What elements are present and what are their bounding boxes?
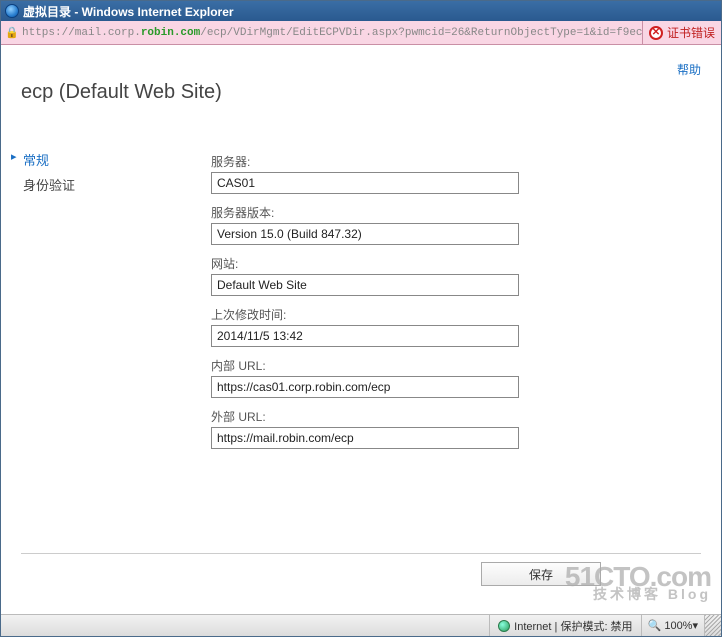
url-prefix: https://mail.corp. (22, 27, 141, 39)
lock-icon: 🔒 (5, 26, 19, 40)
server-version-input[interactable] (211, 223, 519, 245)
certificate-error[interactable]: ✕ 证书错误 (642, 21, 721, 44)
field-label: 上次修改时间: (211, 306, 521, 323)
status-bar: Internet | 保护模式: 禁用 🔍 100% ▾ (1, 614, 721, 636)
resize-grip[interactable] (704, 615, 721, 636)
cert-error-icon: ✕ (649, 26, 663, 40)
chevron-down-icon: ▾ (692, 619, 698, 632)
field-label: 服务器版本: (211, 204, 521, 221)
address-bar[interactable]: 🔒 https://mail.corp.robin.com/ecp/VDirMg… (1, 21, 721, 45)
watermark-line2: 技术博客 Blog (565, 589, 711, 600)
page-title: ecp (Default Web Site) (21, 81, 222, 104)
zoom-label: 100% (664, 620, 692, 632)
field-label: 服务器: (211, 153, 521, 170)
status-zoom[interactable]: 🔍 100% ▾ (641, 615, 704, 636)
internal-url-input[interactable] (211, 376, 519, 398)
website-input[interactable] (211, 274, 519, 296)
ie-window: 虚拟目录 - Windows Internet Explorer 🔒 https… (0, 0, 722, 637)
globe-icon (498, 620, 510, 632)
url-text: https://mail.corp.robin.com/ecp/VDirMgmt… (22, 27, 642, 39)
external-url-input[interactable] (211, 427, 519, 449)
field-external-url: 外部 URL: (211, 408, 521, 449)
side-nav: 常规 身份验证 (9, 147, 189, 197)
status-zone-label: Internet | 保护模式: 禁用 (514, 618, 632, 634)
field-website: 网站: (211, 255, 521, 296)
field-internal-url: 内部 URL: (211, 357, 521, 398)
ie-icon (5, 4, 19, 18)
field-label: 内部 URL: (211, 357, 521, 374)
titlebar[interactable]: 虚拟目录 - Windows Internet Explorer (1, 1, 721, 21)
field-server: 服务器: (211, 153, 521, 194)
url-path: /ecp/VDirMgmt/EditECPVDir.aspx?pwmcid=26… (200, 27, 642, 39)
form-area: 服务器: 服务器版本: 网站: 上次修改时间: 内部 URL: 外部 URL: (211, 153, 521, 459)
sidebar-item-general[interactable]: 常规 (9, 147, 189, 172)
sidebar-item-auth[interactable]: 身份验证 (9, 172, 189, 197)
status-zone[interactable]: Internet | 保护模式: 禁用 (489, 615, 640, 636)
last-modified-input[interactable] (211, 325, 519, 347)
content-area: 帮助 ecp (Default Web Site) 常规 身份验证 服务器: 服… (1, 45, 721, 614)
url-domain: robin.com (141, 27, 200, 39)
window-title: 虚拟目录 - Windows Internet Explorer (23, 3, 234, 20)
zoom-icon: 🔍 (648, 619, 662, 632)
field-label: 外部 URL: (211, 408, 521, 425)
separator (21, 553, 701, 554)
save-button[interactable]: 保存 (481, 562, 601, 586)
field-server-version: 服务器版本: (211, 204, 521, 245)
help-link[interactable]: 帮助 (677, 61, 701, 78)
sidebar-item-label: 身份验证 (23, 178, 75, 193)
field-label: 网站: (211, 255, 521, 272)
server-input[interactable] (211, 172, 519, 194)
field-last-modified: 上次修改时间: (211, 306, 521, 347)
cert-error-label: 证书错误 (667, 24, 715, 41)
sidebar-item-label: 常规 (23, 153, 49, 168)
